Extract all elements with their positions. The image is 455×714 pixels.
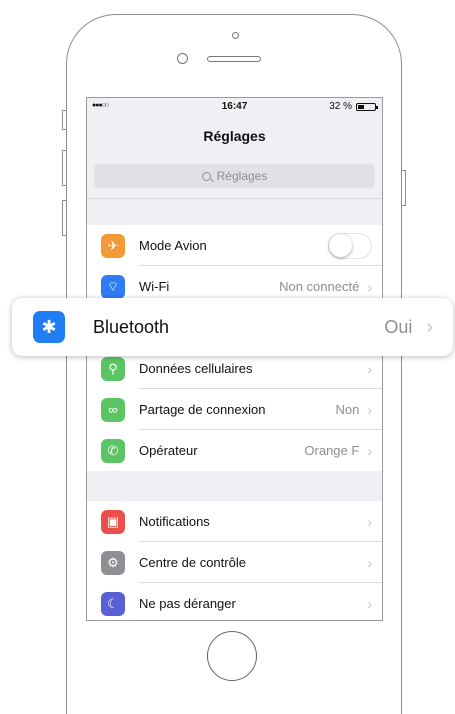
control-center-icon: ⚙	[101, 550, 125, 575]
chevron-right-icon: ›	[367, 401, 372, 418]
settings-row-airplane[interactable]: ✈ Mode Avion	[87, 225, 382, 266]
chevron-right-icon: ›	[367, 360, 372, 377]
row-label: Centre de contrôle	[139, 555, 246, 570]
search-placeholder: Réglages	[216, 169, 268, 183]
chevron-right-icon: ›	[426, 315, 433, 338]
divider	[87, 198, 382, 199]
row-value: Non connecté	[279, 279, 360, 294]
volume-up-button	[62, 150, 67, 186]
row-label: Opérateur	[139, 443, 198, 458]
wifi-icon: ⌔	[101, 274, 125, 299]
notifications-icon: ▣	[101, 509, 125, 534]
cellular-icon: ⚲	[101, 356, 125, 381]
settings-screen: ●●●○○ 16:47 32 % Réglages Réglages ✈ Mode…	[86, 97, 383, 621]
row-label: Mode Avion	[139, 238, 207, 253]
row-label: Données cellulaires	[139, 361, 253, 376]
row-label: Ne pas déranger	[139, 596, 236, 611]
volume-down-button	[62, 200, 67, 236]
chevron-right-icon: ›	[367, 278, 372, 295]
system-group: ▣ Notifications › ⚙ Centre de contrôle › ☾ Ne p…	[87, 501, 382, 620]
settings-row-phone[interactable]: ✆ Opérateur Orange F ›	[87, 430, 382, 471]
page-title: Réglages	[203, 128, 266, 144]
battery-icon	[356, 103, 378, 111]
settings-row-control-center[interactable]: ⚙ Centre de contrôle ›	[87, 542, 382, 583]
bluetooth-value: Oui	[384, 316, 413, 337]
status-bar: ●●●○○ 16:47 32 %	[87, 98, 382, 116]
bluetooth-icon: ✱	[33, 311, 65, 343]
bluetooth-label: Bluetooth	[93, 316, 170, 337]
settings-row-notifications[interactable]: ▣ Notifications ›	[87, 501, 382, 542]
search-field[interactable]: Réglages	[94, 164, 375, 188]
settings-row-hotspot[interactable]: ∞ Partage de connexion Non ›	[87, 389, 382, 430]
hotspot-icon: ∞	[101, 397, 125, 422]
mute-switch	[62, 110, 67, 130]
airplane-icon: ✈	[101, 233, 125, 258]
airplane-mode-toggle[interactable]	[328, 232, 372, 259]
row-value: Non	[335, 402, 360, 417]
row-label: Wi-Fi	[139, 279, 170, 294]
settings-row-moon[interactable]: ☾ Ne pas déranger ›	[87, 583, 382, 620]
chevron-right-icon: ›	[367, 442, 372, 459]
search-icon	[201, 171, 211, 181]
row-label: Notifications	[139, 514, 210, 529]
chevron-right-icon: ›	[367, 595, 372, 612]
row-value: Orange F	[304, 443, 360, 458]
home-button[interactable]	[207, 631, 257, 681]
chevron-right-icon: ›	[367, 554, 372, 571]
battery-percent: 32 %	[329, 101, 352, 112]
chevron-right-icon: ›	[367, 513, 372, 530]
phone-icon: ✆	[101, 438, 125, 463]
front-sensor	[232, 32, 239, 39]
moon-icon: ☾	[101, 591, 125, 616]
row-label: Partage de connexion	[139, 402, 266, 417]
earpiece-speaker	[207, 56, 261, 62]
bluetooth-highlight-row[interactable]: ✱ Bluetooth Oui ›	[12, 298, 453, 356]
power-button	[401, 170, 406, 206]
front-camera	[177, 53, 188, 64]
